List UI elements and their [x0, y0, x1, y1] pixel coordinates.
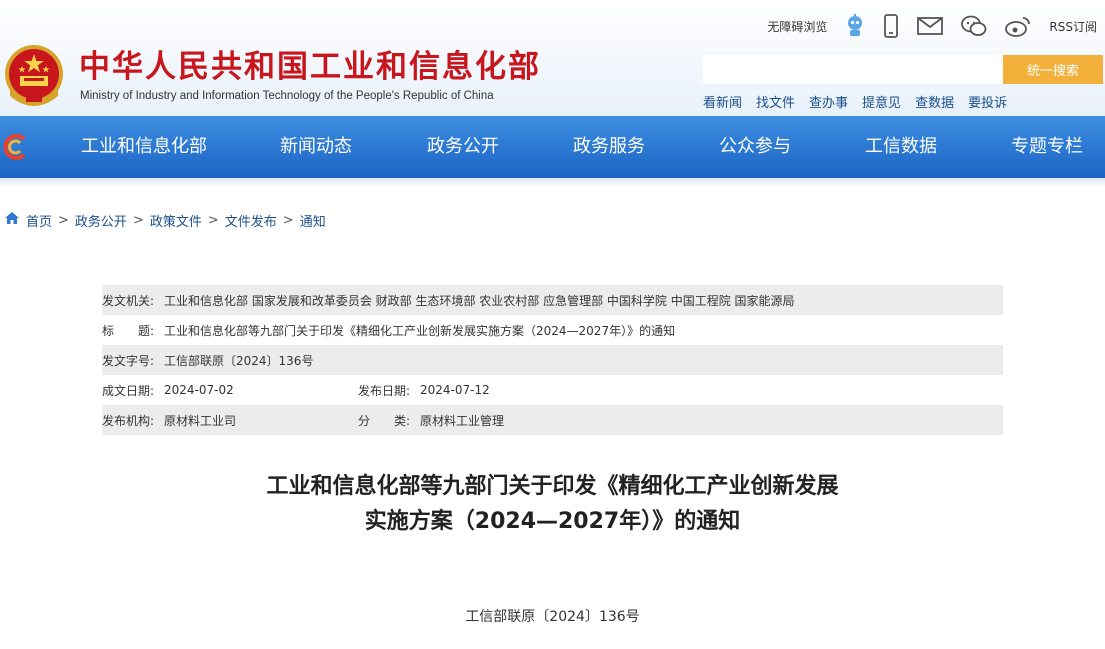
category-label: 分 类:: [358, 413, 411, 428]
top-links: 无障碍浏览 RSS订阅: [749, 12, 1097, 40]
breadcrumb-file-release[interactable]: 文件发布: [225, 211, 277, 230]
robot-icon[interactable]: [845, 14, 865, 38]
breadcrumb-gov-affairs[interactable]: 政务公开: [75, 211, 127, 230]
quick-link-complaint[interactable]: 要投诉: [968, 92, 1007, 111]
breadcrumb-notice[interactable]: 通知: [300, 211, 326, 230]
quick-link-feedback[interactable]: 提意见: [862, 92, 901, 111]
nav-logo-icon[interactable]: [2, 134, 30, 164]
rss-label: RSS订阅: [1049, 19, 1097, 34]
nav-item-ministry[interactable]: 工业和信息化部: [81, 116, 207, 178]
breadcrumb-separator: >: [58, 212, 69, 228]
info-row-docno: 发文字号: 工信部联原〔2024〕136号: [102, 345, 1003, 375]
search-input[interactable]: [703, 55, 1003, 84]
issuer-label: 发文机关:: [102, 293, 155, 308]
org-value: 原材料工业司: [164, 413, 237, 428]
published-value: 2024-07-12: [420, 383, 490, 397]
quick-link-data[interactable]: 查数据: [915, 92, 954, 111]
created-label: 成文日期:: [102, 383, 155, 398]
nav-item-participation[interactable]: 公众参与: [719, 116, 791, 178]
info-row-dates: 成文日期: 2024-07-02 发布日期: 2024-07-12: [102, 375, 1003, 405]
breadcrumb-separator: >: [207, 212, 219, 228]
site-header: 中华人民共和国工业和信息化部 Ministry of Industry and …: [0, 0, 1105, 122]
org-label: 发布机构:: [102, 413, 155, 428]
national-emblem-icon[interactable]: [4, 44, 64, 108]
weibo-icon[interactable]: [1005, 15, 1031, 37]
info-row-issuer: 发文机关: 工业和信息化部 国家发展和改革委员会 财政部 生态环境部 农业农村部…: [102, 285, 1003, 315]
info-row-org: 发布机构: 原材料工业司 分 类: 原材料工业管理: [102, 405, 1003, 435]
quick-link-files[interactable]: 找文件: [756, 92, 795, 111]
article-title-line2: 实施方案（2024—2027年）》的通知: [364, 509, 741, 534]
nav-item-services[interactable]: 政务服务: [573, 116, 645, 178]
accessibility-label: 无障碍浏览: [767, 19, 828, 34]
title-value: 工业和信息化部等九部门关于印发《精细化工产业创新发展实施方案（2024—2027…: [164, 323, 676, 338]
docno-value: 工信部联原〔2024〕136号: [164, 353, 314, 368]
quick-link-services[interactable]: 查办事: [809, 92, 848, 111]
created-value: 2024-07-02: [164, 383, 234, 397]
article-title: 工业和信息化部等九部门关于印发《精细化工产业创新发展 实施方案（2024—202…: [0, 469, 1105, 539]
mobile-icon[interactable]: [883, 14, 899, 38]
quick-links: 看新闻 找文件 查办事 提意见 查数据 要投诉: [703, 92, 1021, 111]
published-label: 发布日期:: [358, 383, 411, 398]
rss-link[interactable]: RSS订阅: [1049, 18, 1097, 35]
nav-item-topics[interactable]: 专题专栏: [1011, 116, 1083, 178]
breadcrumb-separator: >: [282, 212, 294, 228]
category-value: 原材料工业管理: [420, 413, 505, 428]
breadcrumb: 首页 > 政务公开 > 政策文件 > 文件发布 > 通知: [4, 211, 326, 230]
nav-item-data[interactable]: 工信数据: [865, 116, 937, 178]
accessibility-link[interactable]: 无障碍浏览: [767, 18, 827, 35]
site-title: 中华人民共和国工业和信息化部: [79, 49, 541, 85]
mail-icon[interactable]: [917, 16, 944, 36]
main-nav: 工业和信息化部 新闻动态 政务公开 政务服务 公众参与 工信数据 专题专栏: [0, 116, 1105, 178]
title-label: 标 题:: [102, 323, 155, 338]
article-doc-number: 工信部联原〔2024〕136号: [465, 609, 640, 625]
breadcrumb-home[interactable]: 首页: [26, 211, 52, 230]
article-title-line1: 工业和信息化部等九部门关于印发《精细化工产业创新发展: [266, 474, 839, 499]
breadcrumb-policy-files[interactable]: 政策文件: [150, 211, 202, 230]
home-icon[interactable]: [4, 211, 20, 229]
site-subtitle: Ministry of Industry and Information Tec…: [80, 90, 494, 102]
docno-label: 发文字号:: [102, 353, 155, 368]
breadcrumb-separator: >: [132, 212, 144, 228]
nav-shadow: [0, 178, 1105, 188]
info-row-title: 标 题: 工业和信息化部等九部门关于印发《精细化工产业创新发展实施方案（2024…: [102, 315, 1003, 345]
document-info-table: 发文机关: 工业和信息化部 国家发展和改革委员会 财政部 生态环境部 农业农村部…: [102, 285, 1003, 435]
nav-item-news[interactable]: 新闻动态: [280, 116, 352, 178]
search-button[interactable]: 统一搜索: [1003, 55, 1103, 84]
quick-link-news[interactable]: 看新闻: [703, 92, 742, 111]
issuer-value: 工业和信息化部 国家发展和改革委员会 财政部 生态环境部 农业农村部 应急管理部…: [164, 293, 795, 308]
nav-item-gov-affairs[interactable]: 政务公开: [427, 116, 499, 178]
wechat-icon[interactable]: [961, 15, 987, 37]
